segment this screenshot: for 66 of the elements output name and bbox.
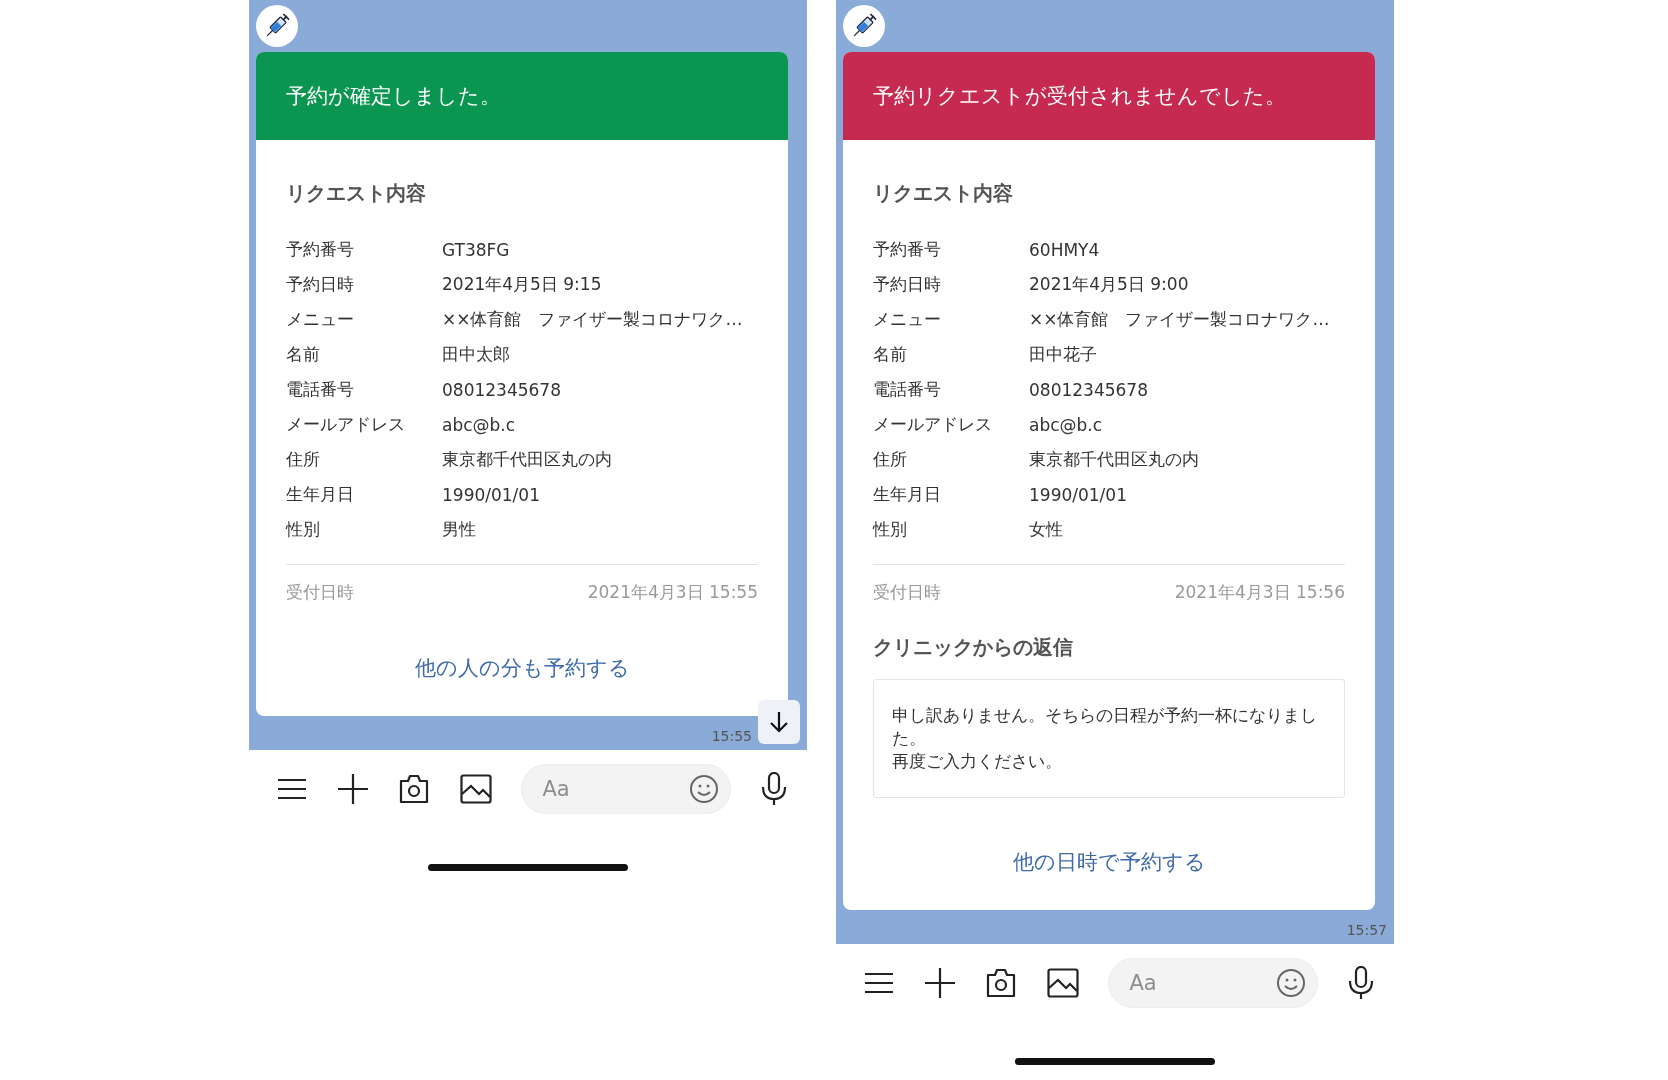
field-label: 生年月日: [286, 483, 355, 506]
field-value: ××体育館 ファイザー製コロナワク…: [442, 308, 743, 331]
section-title: リクエスト内容: [286, 180, 427, 207]
microphone-icon[interactable]: [760, 772, 787, 806]
field-label: 生年月日: [873, 483, 942, 506]
camera-icon[interactable]: [398, 774, 431, 804]
field-label: 名前: [873, 343, 908, 366]
field-label: メニュー: [286, 308, 355, 331]
message-input[interactable]: Aa: [521, 764, 732, 814]
field-value: 1990/01/01: [442, 484, 540, 505]
emoji-icon[interactable]: [1276, 967, 1307, 998]
field-label: 予約日時: [286, 273, 355, 296]
field-value: 2021年4月5日 9:00: [1029, 273, 1189, 296]
field-label: 予約日時: [873, 273, 942, 296]
microphone-icon[interactable]: [1347, 965, 1374, 1000]
field-label: 電話番号: [873, 378, 942, 401]
section-title: クリニックからの返信: [873, 634, 1074, 661]
status-message: 予約リクエストが受付されませんでした。: [873, 83, 1286, 110]
plus-icon[interactable]: [923, 966, 956, 999]
field-label: メールアドレス: [286, 413, 406, 436]
field-value: 東京都千代田区丸の内: [442, 448, 612, 471]
field-value: 60HMY4: [1029, 239, 1100, 260]
received-time: 2021年4月3日 15:55: [587, 581, 758, 604]
field-label: 予約番号: [873, 238, 942, 261]
field-value: 2021年4月5日 9:15: [442, 273, 602, 296]
menu-icon[interactable]: [864, 970, 894, 995]
action-link[interactable]: 他の人の分も予約する: [414, 654, 630, 682]
status-message: 予約が確定しました。: [286, 83, 501, 110]
message-time: 15:57: [1346, 921, 1387, 938]
action-link[interactable]: 他の日時で予約する: [1012, 847, 1206, 876]
field-label: メールアドレス: [873, 413, 993, 436]
down-arrow-icon: [768, 710, 790, 734]
section-title: リクエスト内容: [873, 180, 1014, 207]
image-icon[interactable]: [459, 774, 492, 804]
scroll-down-button[interactable]: [758, 700, 800, 744]
field-value: 男性: [442, 518, 476, 541]
plus-icon[interactable]: [336, 773, 369, 805]
camera-icon[interactable]: [985, 967, 1018, 998]
field-label: 予約番号: [286, 238, 355, 261]
message-time: 15:55: [711, 728, 752, 744]
field-label: メニュー: [873, 308, 942, 331]
field-label: 性別: [873, 518, 908, 541]
field-value: abc@b.c: [1029, 414, 1103, 435]
field-label: 住所: [286, 448, 321, 471]
emoji-icon[interactable]: [689, 774, 720, 804]
field-value: 田中太郎: [442, 343, 510, 366]
field-label: 性別: [286, 518, 321, 541]
field-value: 女性: [1029, 518, 1063, 541]
message-input[interactable]: Aa: [1108, 957, 1319, 1008]
field-value: 東京都千代田区丸の内: [1029, 448, 1199, 471]
field-value: GT38FG: [442, 239, 510, 260]
image-icon[interactable]: [1046, 967, 1079, 998]
field-value: ××体育館 ファイザー製コロナワク…: [1029, 308, 1330, 331]
field-value: abc@b.c: [442, 414, 516, 435]
field-value: 08012345678: [442, 379, 561, 400]
field-label: 住所: [873, 448, 908, 471]
menu-icon[interactable]: [277, 777, 307, 801]
field-value: 田中花子: [1029, 343, 1097, 366]
received-label: 受付日時: [286, 581, 354, 604]
field-value: 08012345678: [1029, 379, 1148, 400]
field-label: 電話番号: [286, 378, 355, 401]
field-label: 名前: [286, 343, 321, 366]
field-value: 1990/01/01: [1029, 484, 1127, 505]
received-time: 2021年4月3日 15:56: [1174, 581, 1345, 604]
received-label: 受付日時: [873, 581, 941, 604]
reply-message: 申し訳ありません。そちらの日程が予約一杯になりました。 再度ご入力ください。: [873, 679, 1345, 798]
